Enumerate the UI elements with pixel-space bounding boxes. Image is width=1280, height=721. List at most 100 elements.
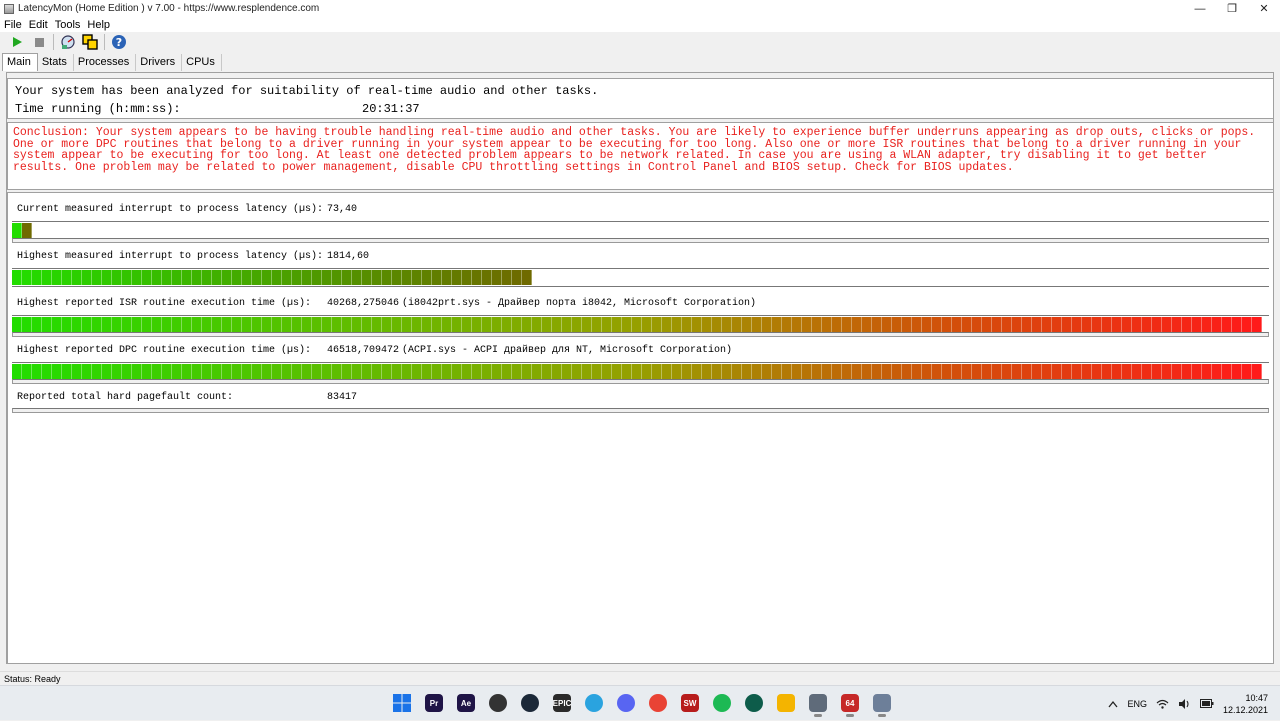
meter-segment [112, 317, 122, 332]
dpc-time-label: Highest reported DPC routine execution t… [17, 345, 312, 356]
windows-start-taskbar-button[interactable] [386, 689, 418, 717]
tab-main[interactable]: Main [2, 53, 38, 71]
spotify-icon [713, 694, 731, 712]
settings-taskbar-button[interactable] [802, 689, 834, 717]
minimize-button[interactable]: — [1184, 0, 1216, 17]
status-text: Status: Ready [4, 673, 61, 684]
meter-segment [432, 364, 442, 379]
language-indicator[interactable]: ENG [1127, 699, 1147, 709]
vpn-taskbar-button[interactable] [738, 689, 770, 717]
telegram-taskbar-button[interactable] [578, 689, 610, 717]
menu-help[interactable]: Help [87, 19, 110, 31]
meter-segment [982, 317, 992, 332]
aida64-icon: 64 [841, 694, 859, 712]
meter-segment [482, 317, 492, 332]
meter-segment [352, 270, 362, 285]
shadow-warrior-taskbar-button[interactable]: SW [674, 689, 706, 717]
meter-segment [602, 317, 612, 332]
meter-segment [322, 364, 332, 379]
aida64-taskbar-button[interactable]: 64 [834, 689, 866, 717]
tab-stats[interactable]: Stats [38, 54, 74, 71]
stop-button[interactable] [28, 33, 50, 51]
volume-icon[interactable] [1178, 698, 1191, 709]
meter-segment [342, 364, 352, 379]
meter-segment [1002, 364, 1012, 379]
meter-segment [172, 364, 182, 379]
meter-segment [742, 364, 752, 379]
spotify-taskbar-button[interactable] [706, 689, 738, 717]
meter-segment [302, 317, 312, 332]
file-explorer-taskbar-button[interactable] [770, 689, 802, 717]
meter-segment [742, 317, 752, 332]
meter-segment [972, 317, 982, 332]
steam-taskbar-button[interactable] [514, 689, 546, 717]
highest-latency-bar [12, 270, 532, 285]
meter-segment [1042, 364, 1052, 379]
chevron-up-icon[interactable] [1108, 700, 1118, 708]
taskbar-apps: Pr Ae EPIC SW 64 [386, 689, 898, 717]
time-running-label: Time running (h:mm:ss): [15, 102, 181, 116]
summary-box: Your system has been analyzed for suitab… [7, 78, 1274, 119]
meter-segment [1112, 317, 1122, 332]
dpc-time-value: 46518,709472 [327, 345, 400, 356]
chrome-taskbar-button[interactable] [642, 689, 674, 717]
battery-icon[interactable] [1199, 699, 1214, 708]
file-explorer-icon [777, 694, 795, 712]
meter-segment [422, 317, 432, 332]
menu-file[interactable]: File [4, 19, 22, 31]
meter-segment [582, 364, 592, 379]
meter-segment [662, 317, 672, 332]
meter-segment [352, 364, 362, 379]
meter-segment [162, 364, 172, 379]
start-button[interactable] [6, 33, 28, 51]
tab-cpus[interactable]: CPUs [182, 54, 222, 71]
help-button[interactable]: ? [108, 33, 130, 51]
meter-segment [1152, 317, 1162, 332]
meter-segment [712, 317, 722, 332]
meter-segment [1062, 364, 1072, 379]
meter-segment [82, 364, 92, 379]
meter-segment [342, 317, 352, 332]
meter-segment [1102, 364, 1112, 379]
tab-drivers[interactable]: Drivers [136, 54, 183, 71]
meter-segment [182, 364, 192, 379]
latencymon-taskbar-button[interactable] [866, 689, 898, 717]
obs-taskbar-button[interactable] [482, 689, 514, 717]
isr-driver-info: (i8042prt.sys - Драйвер порта i8042, Mic… [402, 298, 757, 309]
close-button[interactable]: ✕ [1248, 0, 1280, 17]
meter-segment [252, 364, 262, 379]
premiere-taskbar-button[interactable]: Pr [418, 689, 450, 717]
meter-segment [432, 317, 442, 332]
meter-segment [932, 317, 942, 332]
meter-segment [682, 364, 692, 379]
meter-segment [512, 317, 522, 332]
after-effects-taskbar-button[interactable]: Ae [450, 689, 482, 717]
meter-segment [312, 364, 322, 379]
meter-segment [332, 364, 342, 379]
wifi-icon[interactable] [1156, 699, 1169, 709]
toolbar-separator [53, 34, 54, 50]
meter-segment [1002, 317, 1012, 332]
meter-segment [862, 364, 872, 379]
meter-segment [142, 364, 152, 379]
reset-button[interactable] [57, 33, 79, 51]
menu-tools[interactable]: Tools [55, 19, 81, 31]
meter-segment [262, 364, 272, 379]
copy-button[interactable] [79, 33, 101, 51]
menu-edit[interactable]: Edit [29, 19, 48, 31]
divider [12, 286, 1269, 287]
meter-segment [1142, 317, 1152, 332]
tab-processes[interactable]: Processes [74, 54, 137, 71]
running-indicator [846, 714, 854, 717]
meter-segment [602, 364, 612, 379]
meter-segment [272, 270, 282, 285]
meter-segment [372, 317, 382, 332]
epic-games-taskbar-button[interactable]: EPIC [546, 689, 578, 717]
discord-taskbar-button[interactable] [610, 689, 642, 717]
meter-segment [262, 317, 272, 332]
maximize-button[interactable]: ❐ [1216, 0, 1248, 17]
clock[interactable]: 10:47 12.12.2021 [1223, 692, 1268, 716]
meter-segment [462, 317, 472, 332]
meter-segment [162, 317, 172, 332]
title-bar[interactable]: LatencyMon (Home Edition ) v 7.00 - http… [0, 0, 1280, 17]
